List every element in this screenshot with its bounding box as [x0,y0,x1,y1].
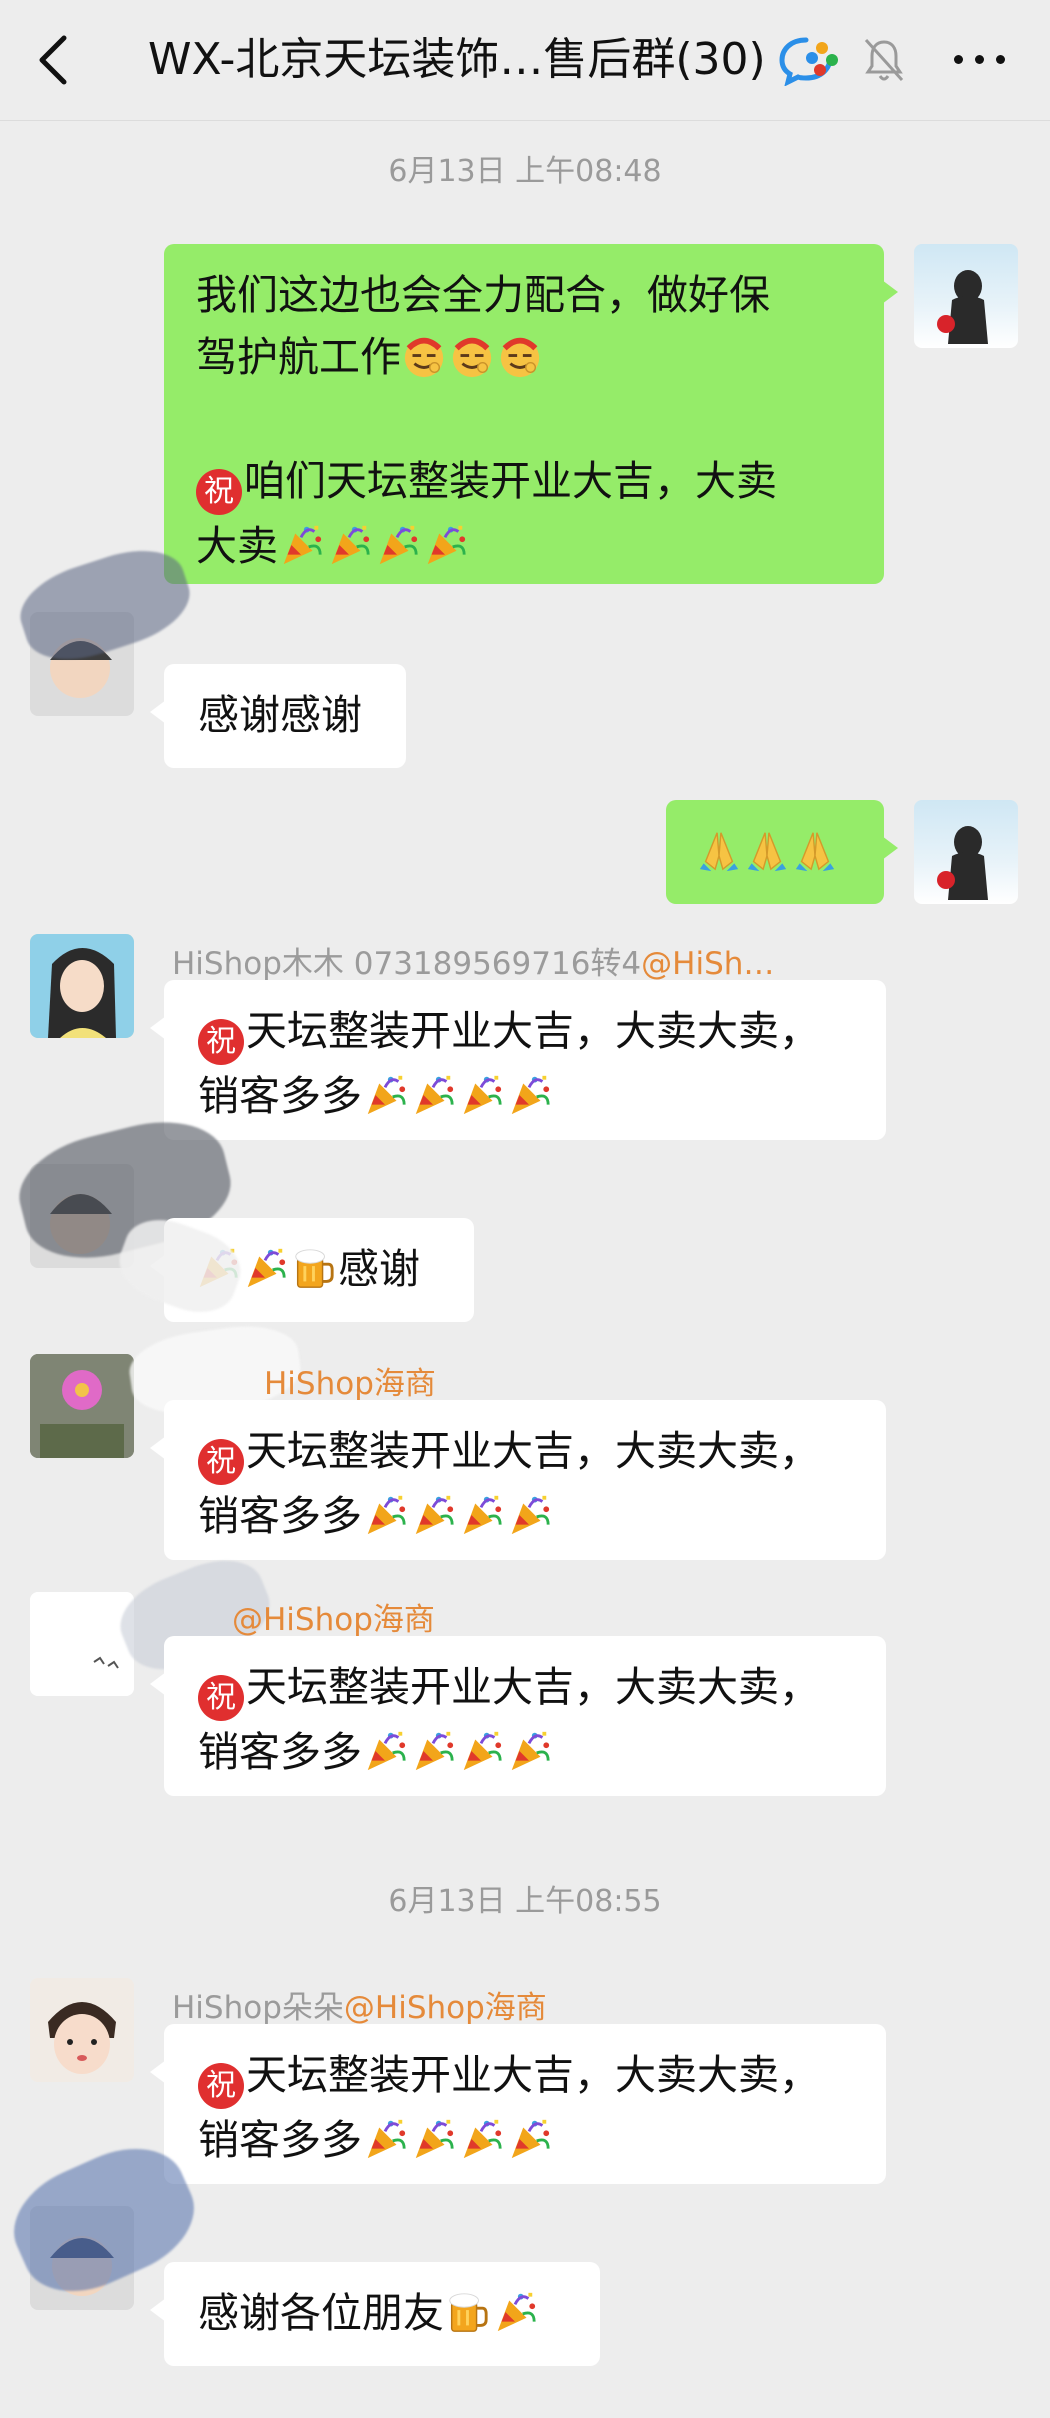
party-popper-icon [506,1492,552,1538]
beer-mug-icon [444,2289,490,2335]
wecom-logo-icon [779,37,838,86]
beer-mug-icon [290,1245,336,1291]
page-title: WX-北京天坛装饰…售后群(30) [148,34,766,85]
avatar[interactable] [30,1354,134,1458]
message-bubble[interactable]: 祝天坛整装开业大吉，大卖大卖， 销客多多 [150,1400,886,1560]
message-text: 天坛整装开业大吉，大卖大卖， [246,2051,820,2099]
party-popper-icon [410,2116,456,2162]
message-text: 我们这边也会全力配合，做好保 [196,271,770,319]
avatar[interactable] [30,1978,134,2082]
mention-tag: @HiSh… [641,946,775,982]
message-text: 大卖 [196,522,278,570]
grinning-face-icon [449,333,495,379]
mention-tag: HiShop海商 [264,1366,436,1402]
sender-name: HiShop木木 07318956971​6转4@HiSh… [172,946,775,982]
bell-muted-icon [864,38,904,82]
party-popper-icon [278,522,324,568]
message-bubble[interactable]: 感谢感谢 [150,664,406,768]
party-popper-icon [458,1728,504,1774]
party-popper-icon [458,1492,504,1538]
zhu-blessing-icon: 祝 [198,1439,244,1485]
avatar[interactable] [30,1592,134,1696]
party-popper-icon [422,522,468,568]
sender-name: @HiShop海商 [232,1594,435,1639]
my-avatar[interactable] [914,244,1018,348]
message-text: 感谢感谢 [198,691,362,739]
party-popper-icon [458,1072,504,1118]
party-popper-icon [362,1492,408,1538]
message-text: 天坛整装开业大吉，大卖大卖， [246,1007,820,1055]
message-text: 销客多多 [198,1728,362,1776]
folded-hands-icon [744,827,790,873]
chat-header: WX-北京天坛装饰…售后群(30) [0,0,1050,121]
timestamp: 6月13日 上午08:55 [388,1884,662,1919]
message-text: 咱们天坛整装开业大吉，大卖 [244,457,777,505]
my-message-bubble[interactable]: 我们这边也会全力配合，做好保 驾护航工作 祝咱们天坛整装开业大吉，大卖 大卖 [164,244,898,584]
message-text: 销客多多 [198,1492,362,1540]
zhu-blessing-icon: 祝 [198,2063,244,2109]
mention-tag: @HiShop海商 [343,1990,547,2026]
party-popper-icon [410,1492,456,1538]
sender-name: HiShop海商 [264,1358,436,1403]
message-text: 感谢 [338,1245,420,1293]
message-text: 天坛整装开业大吉，大卖大卖， [246,1427,820,1475]
grinning-face-icon [497,333,543,379]
party-popper-icon [374,522,420,568]
message-text: 感谢各位朋友 [198,2289,444,2337]
back-chevron-icon[interactable] [34,32,74,88]
zhu-blessing-icon: 祝 [196,469,242,515]
zhu-blessing-icon: 祝 [198,1019,244,1065]
message-bubble[interactable]: 祝天坛整装开业大吉，大卖大卖， 销客多多 [150,2024,886,2184]
my-avatar[interactable] [914,800,1018,904]
party-popper-icon [458,2116,504,2162]
zhu-blessing-icon: 祝 [198,1675,244,1721]
more-dots-icon[interactable] [950,50,1010,70]
party-popper-icon [362,1072,408,1118]
sender-name: HiShop朵朵@HiShop海商 [172,1990,547,2026]
party-popper-icon [242,1245,288,1291]
message-text: 销客多多 [198,1072,362,1120]
grinning-face-icon [401,333,447,379]
party-popper-icon [362,2116,408,2162]
party-popper-icon [506,2116,552,2162]
mention-tag: @HiShop海商 [232,1602,435,1638]
party-popper-icon [362,1728,408,1774]
party-popper-icon [492,2289,538,2335]
message-bubble[interactable]: 祝天坛整装开业大吉，大卖大卖， 销客多多 [150,1636,886,1796]
party-popper-icon [410,1728,456,1774]
folded-hands-icon [696,827,742,873]
message-bubble[interactable]: 祝天坛整装开业大吉，大卖大卖， 销客多多 [150,980,886,1140]
party-popper-icon [506,1728,552,1774]
avatar[interactable] [30,934,134,1038]
folded-hands-icon [792,827,838,873]
message-bubble[interactable]: 感谢各位朋友 [150,2262,600,2366]
party-popper-icon [326,522,372,568]
timestamp: 6月13日 上午08:48 [388,154,662,189]
message-text: 天坛整装开业大吉，大卖大卖， [246,1663,820,1711]
message-text: 销客多多 [198,2116,362,2164]
my-message-bubble[interactable] [666,800,898,904]
party-popper-icon [410,1072,456,1118]
message-text: 驾护航工作 [196,333,401,381]
party-popper-icon [506,1072,552,1118]
